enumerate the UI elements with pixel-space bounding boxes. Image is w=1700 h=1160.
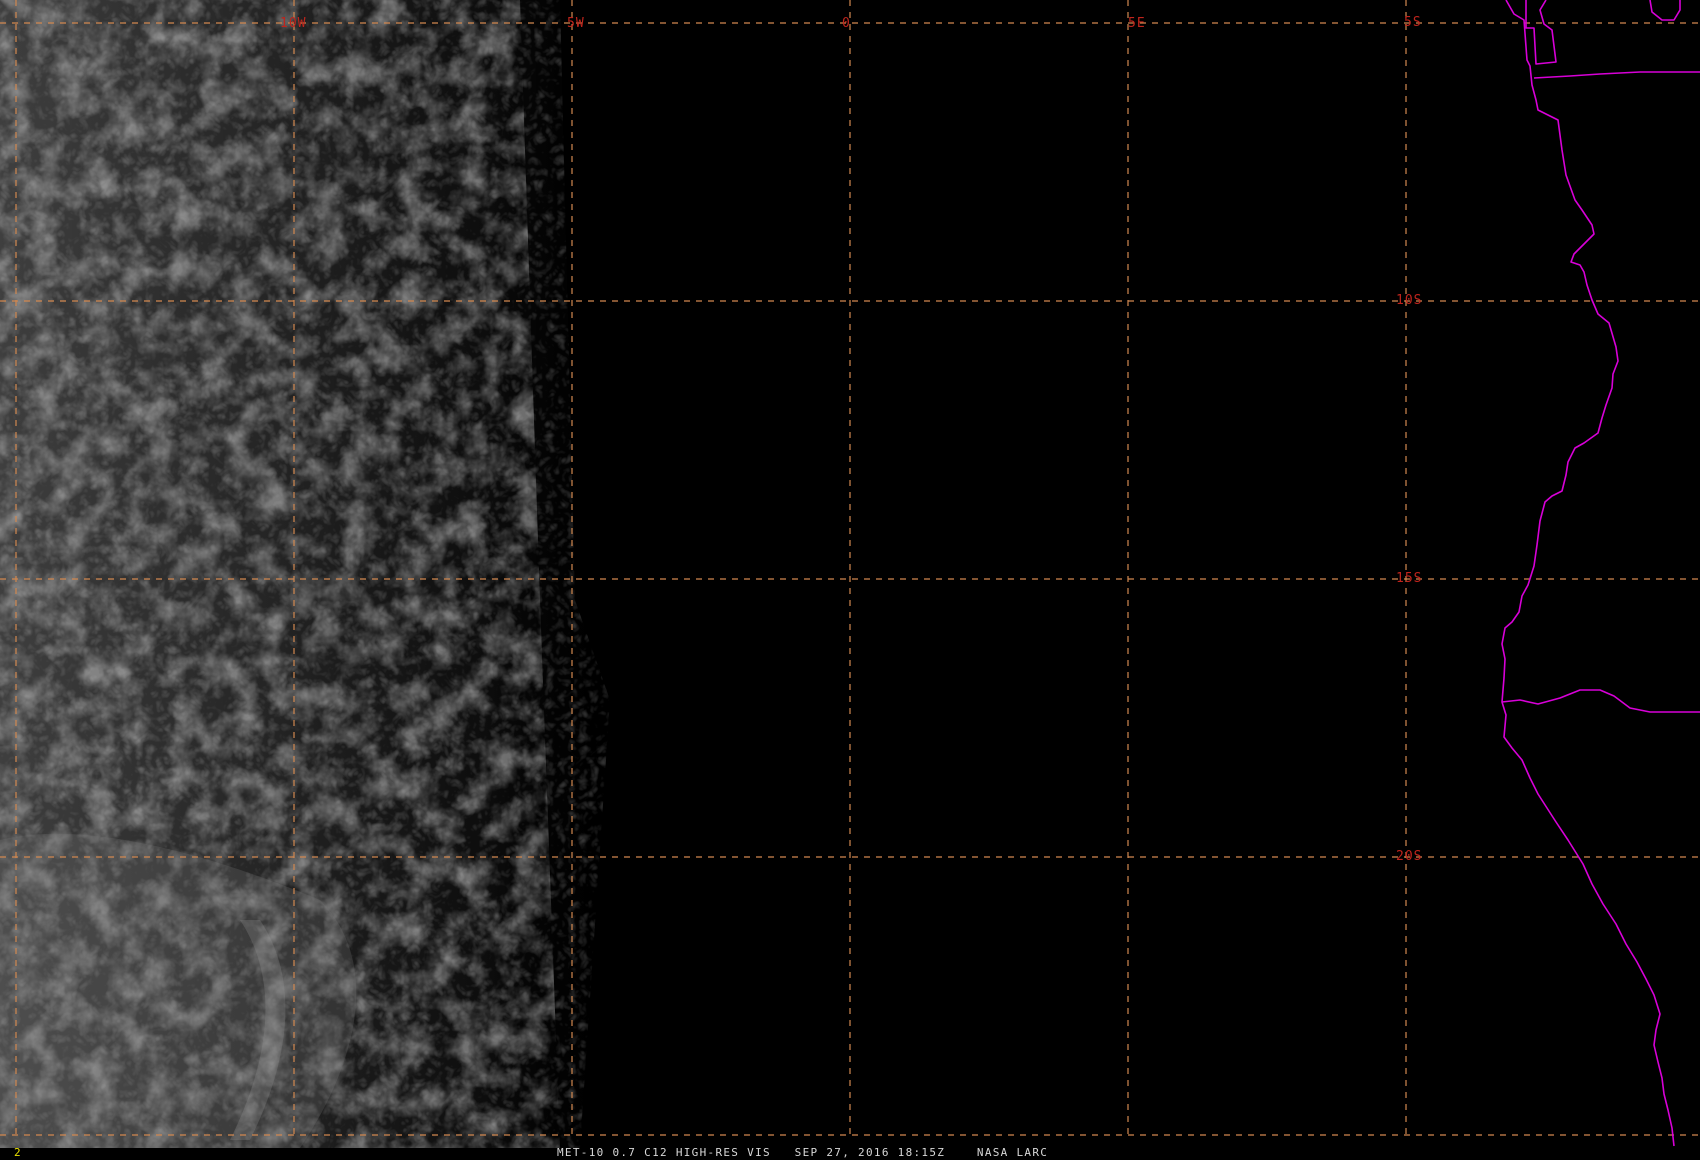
country-border bbox=[1649, 0, 1681, 21]
country-border bbox=[1525, 0, 1557, 65]
latitude-label: 15S bbox=[1396, 571, 1422, 586]
grid-labels: 10W 5W 0 5E 5S 10S 15S 20S bbox=[280, 15, 1422, 864]
latitude-label: 20S bbox=[1396, 849, 1422, 864]
satellite-map: 10W 5W 0 5E 5S 10S 15S 20S 2 MET-10 0.7 … bbox=[0, 0, 1700, 1160]
longitude-label: 10W bbox=[280, 16, 306, 31]
product-caption: MET-10 0.7 C12 HIGH-RES VIS SEP 27, 2016… bbox=[557, 1146, 1049, 1159]
country-border bbox=[1501, 689, 1700, 713]
status-bar: 2 MET-10 0.7 C12 HIGH-RES VIS SEP 27, 20… bbox=[0, 1146, 1700, 1160]
africa-coastline bbox=[1501, 0, 1675, 1147]
latitude-label: 5S bbox=[1404, 15, 1422, 30]
coastline-borders bbox=[1501, 0, 1700, 1147]
graticule-lines bbox=[0, 0, 1700, 1140]
frame-number: 2 bbox=[14, 1146, 22, 1159]
longitude-label: 5W bbox=[567, 16, 585, 31]
latitude-label: 10S bbox=[1396, 293, 1422, 308]
longitude-label: 5E bbox=[1128, 16, 1146, 31]
country-border bbox=[1533, 71, 1700, 79]
map-overlay: 10W 5W 0 5E 5S 10S 15S 20S bbox=[0, 0, 1700, 1147]
longitude-label: 0 bbox=[842, 16, 851, 31]
